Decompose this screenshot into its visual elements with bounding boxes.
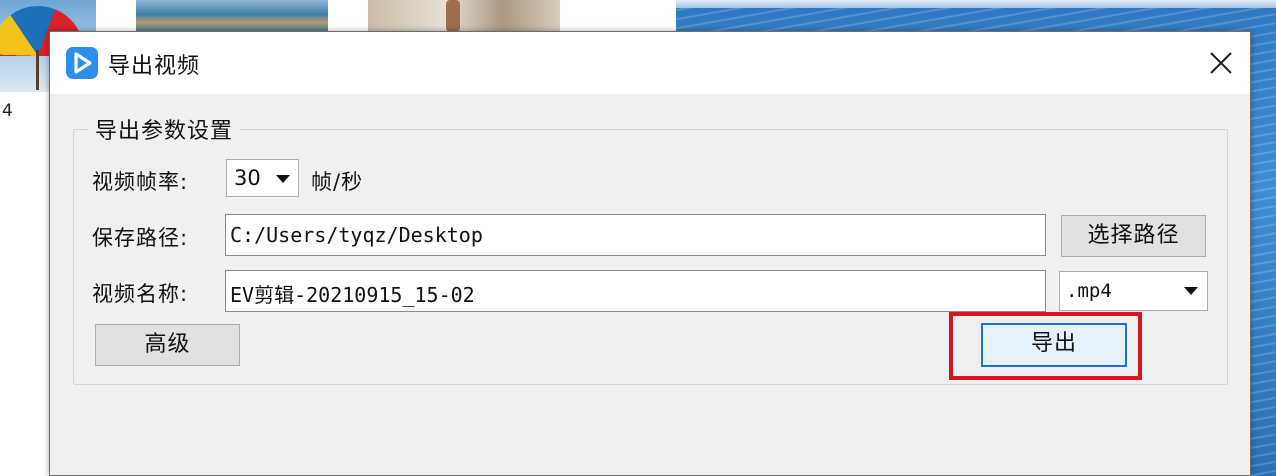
video-name-field[interactable]: EV剪辑-20210915_15-02	[225, 270, 1046, 312]
format-select[interactable]: .mp4	[1059, 271, 1208, 311]
dropdown-arrow-icon	[1184, 287, 1198, 295]
fps-unit: 帧/秒	[311, 170, 364, 194]
fps-value: 30	[234, 166, 261, 190]
fps-label: 视频帧率:	[92, 170, 189, 194]
umbrella-pole	[36, 50, 39, 90]
save-path-value: C:/Users/tyqz/Desktop	[230, 223, 483, 247]
dropdown-arrow-icon	[276, 175, 290, 183]
dialog-title: 导出视频	[108, 54, 201, 79]
play-logo-icon	[66, 47, 98, 79]
choose-path-button[interactable]: 选择路径	[1061, 215, 1206, 257]
background-left-column	[0, 92, 50, 476]
video-name-value: EV剪辑-20210915_15-02	[230, 283, 475, 307]
fps-select[interactable]: 30	[226, 159, 299, 197]
close-icon	[1210, 52, 1232, 74]
dialog-titlebar[interactable]: 导出视频	[50, 32, 1250, 94]
background-item-number: 4	[2, 101, 13, 121]
export-video-dialog: 导出视频 导出参数设置 视频帧率: 30 帧/秒 保存路径: C:/Users/…	[49, 31, 1251, 476]
advanced-button[interactable]: 高级	[95, 324, 240, 366]
export-button[interactable]: 导出	[981, 323, 1127, 367]
beach-figure	[446, 0, 460, 32]
close-button[interactable]	[1204, 46, 1238, 80]
thumbnail-beach[interactable]	[368, 0, 560, 32]
group-title: 导出参数设置	[89, 113, 240, 145]
video-name-label: 视频名称:	[92, 282, 189, 306]
save-path-label: 保存路径:	[92, 226, 189, 250]
save-path-field[interactable]: C:/Users/tyqz/Desktop	[225, 214, 1046, 256]
format-value: .mp4	[1066, 280, 1112, 302]
thumbnail-coast[interactable]	[136, 0, 328, 32]
